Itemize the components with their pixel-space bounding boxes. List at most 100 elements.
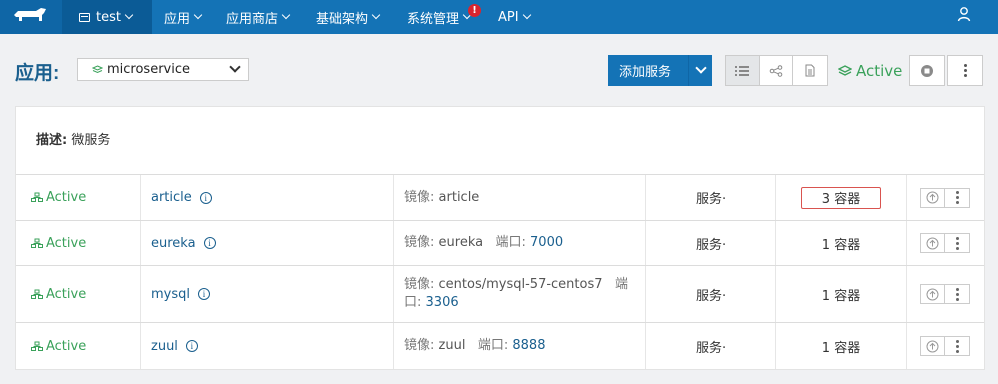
service-state: Active bbox=[31, 221, 86, 265]
row-action-group bbox=[920, 187, 970, 208]
service-name[interactable]: mysql bbox=[151, 287, 190, 302]
column-divider bbox=[393, 323, 394, 369]
service-image: 镜像: zuul 端口: 8888 bbox=[404, 323, 644, 369]
row-action-group bbox=[920, 233, 970, 253]
column-divider bbox=[393, 221, 394, 265]
column-divider bbox=[906, 266, 907, 322]
service-icon bbox=[31, 238, 43, 248]
chevron-down-icon bbox=[193, 10, 203, 20]
column-divider bbox=[906, 175, 907, 220]
environment-label: test bbox=[96, 9, 121, 25]
upgrade-button[interactable] bbox=[921, 337, 945, 355]
nav-catalog[interactable]: 应用商店 bbox=[226, 0, 291, 34]
row-more-button[interactable] bbox=[945, 337, 969, 355]
stack-icon bbox=[92, 64, 103, 73]
info-icon[interactable]: i bbox=[199, 191, 212, 204]
upgrade-button[interactable] bbox=[921, 285, 945, 303]
upgrade-icon bbox=[926, 237, 939, 249]
row-actions bbox=[920, 323, 970, 369]
stop-button[interactable] bbox=[909, 55, 945, 86]
image-value: article bbox=[438, 189, 480, 205]
row-more-button[interactable] bbox=[945, 234, 969, 252]
chevron-down-icon bbox=[229, 61, 241, 73]
upgrade-icon bbox=[926, 191, 939, 204]
image-label: 镜像: bbox=[404, 338, 435, 353]
nav-infrastructure[interactable]: 基础架构 bbox=[316, 0, 381, 34]
upgrade-button[interactable] bbox=[921, 188, 945, 207]
container-count: 1 容器 bbox=[776, 266, 906, 322]
port-value[interactable]: 8888 bbox=[512, 338, 545, 353]
service-state: Active bbox=[31, 323, 86, 369]
service-icon bbox=[31, 289, 43, 299]
column-divider bbox=[645, 266, 646, 322]
row-more-button[interactable] bbox=[945, 285, 969, 303]
nav-api[interactable]: API bbox=[498, 0, 531, 34]
port-label: 端口: bbox=[477, 338, 509, 353]
port-value[interactable]: 7000 bbox=[530, 235, 563, 250]
chevron-down-icon bbox=[124, 10, 134, 20]
info-icon[interactable]: i bbox=[203, 237, 216, 249]
list-view-button[interactable] bbox=[726, 56, 760, 85]
view-mode-group bbox=[725, 55, 828, 86]
nav-admin[interactable]: 系统管理 bbox=[407, 0, 472, 34]
container-count-highlight[interactable]: 3 容器 bbox=[801, 186, 881, 209]
service-name-link[interactable]: mysql i bbox=[151, 266, 210, 322]
info-icon[interactable]: i bbox=[198, 288, 210, 300]
stack-state: Active bbox=[838, 62, 902, 80]
column-divider bbox=[393, 266, 394, 322]
service-name[interactable]: article bbox=[151, 190, 192, 205]
environment-switcher[interactable]: test bbox=[62, 0, 152, 34]
add-service-button[interactable]: 添加服务 bbox=[608, 55, 712, 86]
service-icon bbox=[31, 192, 43, 202]
service-state: Active bbox=[31, 266, 86, 322]
table-row: Active eureka i 镜像: eureka 端口: 7000 服务· … bbox=[16, 220, 984, 265]
stack-select-value: microservice bbox=[107, 62, 191, 77]
container-count-label: 1 容器 bbox=[821, 340, 861, 356]
container-count: 1 容器 bbox=[776, 221, 906, 265]
kebab-icon bbox=[955, 339, 959, 353]
chevron-down-icon bbox=[522, 10, 531, 20]
service-type: 服务· bbox=[696, 192, 727, 207]
container-count-label: 1 容器 bbox=[821, 237, 861, 253]
stack-state-label: Active bbox=[856, 62, 903, 80]
more-actions-button[interactable] bbox=[947, 55, 983, 86]
port-value[interactable]: 3306 bbox=[426, 295, 459, 310]
description-label: 描述: bbox=[36, 133, 68, 148]
column-divider bbox=[645, 175, 646, 220]
alert-badge: ! bbox=[468, 4, 481, 17]
service-image: 镜像: eureka 端口: 7000 bbox=[404, 221, 644, 265]
stack-icon bbox=[838, 65, 852, 76]
column-divider bbox=[906, 323, 907, 369]
table-row: Active mysql i 镜像: centos/mysql-57-cento… bbox=[16, 265, 984, 322]
share-icon bbox=[769, 64, 783, 77]
service-name-link[interactable]: zuul i bbox=[151, 323, 198, 369]
page-title: 应用: bbox=[15, 63, 60, 84]
column-divider bbox=[645, 221, 646, 265]
nav-apps[interactable]: 应用 bbox=[164, 0, 203, 34]
upgrade-icon bbox=[926, 340, 939, 352]
user-icon[interactable] bbox=[957, 6, 971, 26]
row-action-group bbox=[920, 284, 970, 304]
kebab-icon bbox=[963, 64, 967, 77]
column-divider bbox=[645, 323, 646, 369]
image-label: 镜像: bbox=[404, 235, 435, 250]
upgrade-button[interactable] bbox=[921, 234, 945, 252]
service-name-link[interactable]: eureka i bbox=[151, 221, 216, 265]
document-icon bbox=[805, 64, 815, 77]
service-name-link[interactable]: article i bbox=[151, 175, 212, 220]
chevron-down-icon[interactable] bbox=[695, 62, 707, 74]
top-nav: test 应用 应用商店 基础架构 系统管理 ! API bbox=[0, 0, 998, 34]
column-divider bbox=[140, 266, 141, 322]
compose-view-button[interactable] bbox=[793, 56, 827, 85]
image-value: eureka bbox=[438, 235, 484, 250]
service-name[interactable]: eureka bbox=[151, 236, 196, 251]
service-image: 镜像: centos/mysql-57-centos7 端口: 3306 bbox=[404, 266, 644, 322]
service-name[interactable]: zuul bbox=[151, 339, 178, 354]
kebab-icon bbox=[955, 191, 959, 204]
info-icon[interactable]: i bbox=[185, 340, 198, 352]
graph-view-button[interactable] bbox=[760, 56, 794, 85]
rancher-logo[interactable] bbox=[0, 0, 62, 34]
column-divider bbox=[393, 175, 394, 220]
row-more-button[interactable] bbox=[945, 188, 969, 207]
stack-select[interactable]: microservice bbox=[77, 58, 249, 81]
